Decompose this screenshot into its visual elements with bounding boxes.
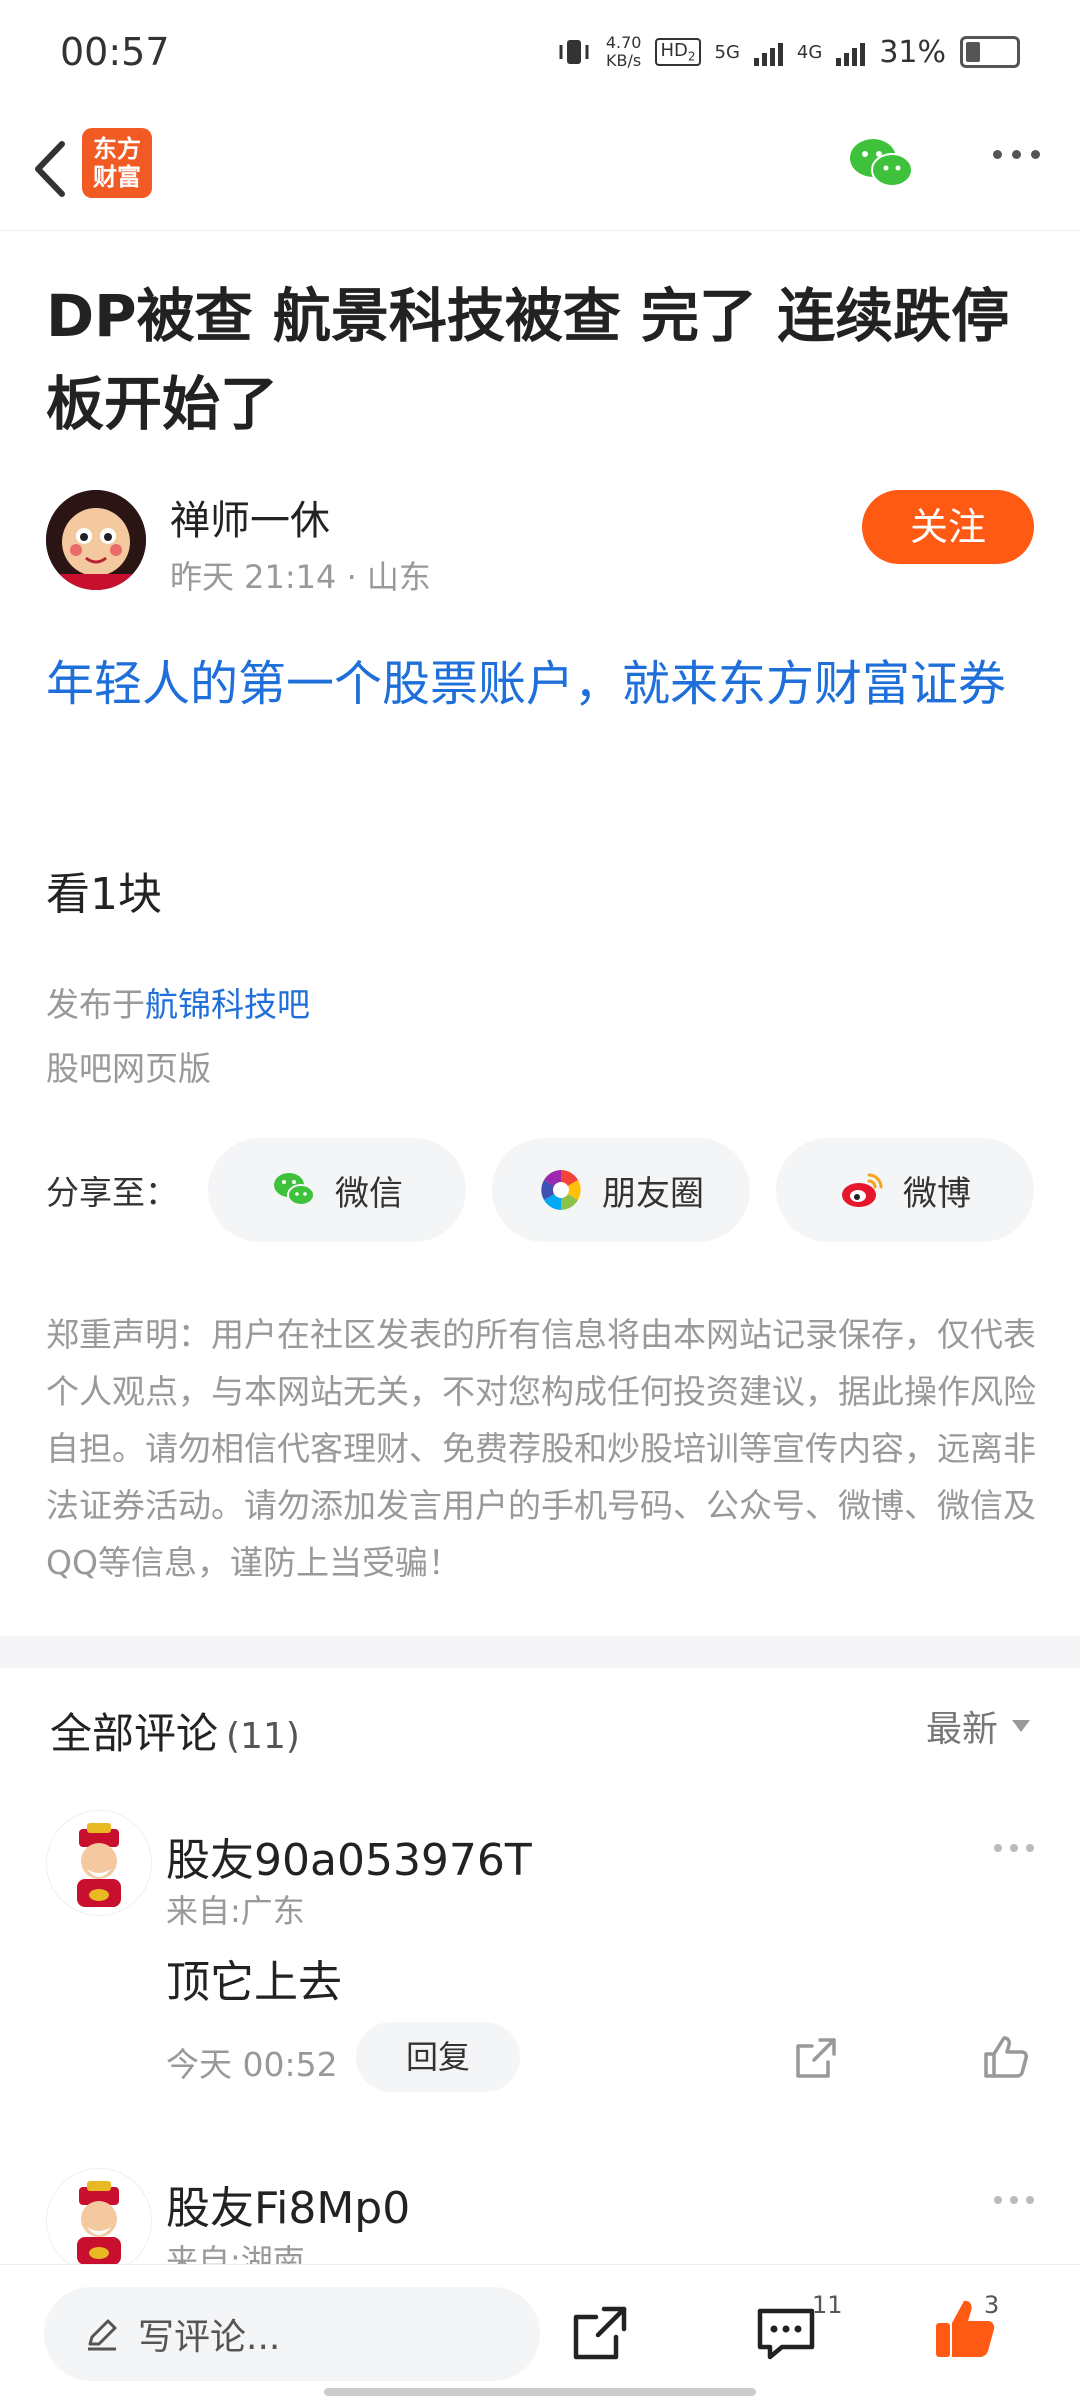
commenter-avatar[interactable] — [46, 2168, 152, 2274]
bar-link[interactable]: 航锦科技吧 — [145, 985, 310, 1024]
share-label: 分享至： — [46, 1173, 178, 1212]
author-avatar[interactable] — [46, 490, 146, 590]
bottom-action-bar: 写评论... 11 3 — [0, 2264, 1080, 2401]
signal-icon-2 — [836, 38, 866, 66]
battery-percent: 31% — [879, 34, 946, 70]
post-title: DP被查 航景科技被查 完了 连续跌停板开始了 — [46, 282, 1010, 438]
comment-share-icon[interactable] — [792, 2034, 840, 2082]
comment-icon[interactable] — [754, 2303, 818, 2363]
status-icons: 4.70 KB/s HD2 5G 4G 31% — [556, 34, 1020, 70]
home-indicator[interactable] — [324, 2388, 756, 2396]
wechat-share-icon[interactable] — [846, 134, 916, 194]
share-moments-button[interactable]: 朋友圈 — [492, 1138, 750, 1242]
share-weibo-button[interactable]: 微博 — [776, 1138, 1034, 1242]
app-logo: 东方 财富 — [82, 128, 152, 198]
pencil-icon — [88, 2319, 117, 2351]
battery-icon — [960, 36, 1020, 68]
back-arrow-icon[interactable] — [22, 134, 82, 204]
author-name[interactable]: 禅师一休 — [170, 488, 330, 546]
commenter-location: 来自:广东 — [166, 1892, 305, 1930]
comment-like-icon[interactable] — [980, 2032, 1030, 2082]
post-source: 股吧网页版 — [46, 1049, 211, 1088]
wechat-icon — [274, 1173, 315, 1206]
like-count-badge: 3 — [984, 2291, 1000, 2319]
comment-more-icon[interactable] — [994, 2196, 1034, 2204]
caret-down-icon — [1012, 1720, 1030, 1732]
top-nav: 东方 财富 — [0, 110, 1080, 231]
status-time: 00:57 — [60, 30, 170, 74]
section-divider — [0, 1636, 1080, 1668]
comment-count-badge: 11 — [812, 2291, 843, 2319]
comment-more-icon[interactable] — [994, 1844, 1034, 1852]
share-wechat-button[interactable]: 微信 — [208, 1138, 466, 1242]
moments-icon — [541, 1170, 581, 1210]
4g-label: 4G — [796, 41, 823, 63]
disclaimer-text: 郑重声明：用户在社区发表的所有信息将由本网站记录保存，仅代表个人观点，与本网站无… — [46, 1315, 1036, 1582]
signal-icon-1 — [753, 38, 783, 66]
weibo-icon — [842, 1173, 883, 1207]
comments-count: (11) — [226, 1716, 300, 1757]
comment-text: 顶它上去 — [166, 1957, 342, 2008]
5g-label: 5G — [714, 41, 740, 63]
commenter-avatar[interactable] — [46, 1810, 152, 1916]
hd-icon: HD2 — [655, 38, 701, 66]
posted-in: 发布于航锦科技吧 — [46, 985, 310, 1024]
follow-button[interactable]: 关注 — [862, 490, 1034, 564]
sort-dropdown[interactable]: 最新 — [926, 1700, 1030, 1752]
status-bar: 00:57 4.70 KB/s HD2 5G 4G 31% — [0, 0, 1080, 110]
vibrate-icon — [559, 40, 589, 64]
post-body: 看1块 — [46, 869, 162, 920]
share-icon[interactable] — [570, 2303, 630, 2363]
commenter-name[interactable]: 股友90a053976T — [166, 1824, 532, 1888]
commenter-name[interactable]: 股友Fi8Mp0 — [166, 2172, 410, 2236]
comments-header: 全部评论 (11) — [50, 1709, 300, 1758]
net-speed: 4.70 KB/s — [605, 33, 642, 70]
write-comment-input[interactable]: 写评论... — [44, 2287, 540, 2381]
comment-time: 今天 00:52 — [166, 2045, 338, 2084]
reply-button[interactable]: 回复 — [356, 2022, 520, 2092]
more-menu-icon[interactable] — [993, 150, 1040, 159]
promo-link[interactable]: 年轻人的第一个股票账户，就来东方财富证券 — [46, 646, 1036, 722]
post-meta: 昨天 21:14 · 山东 — [170, 558, 431, 596]
